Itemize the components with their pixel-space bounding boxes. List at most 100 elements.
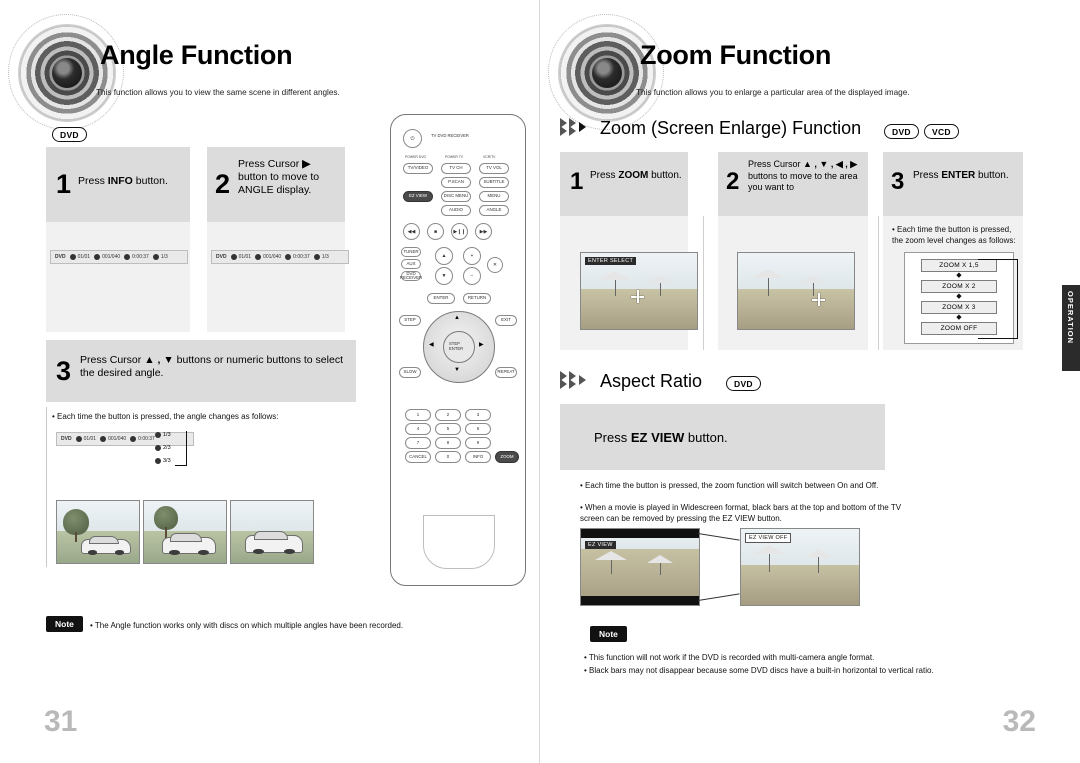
angle-icon bbox=[155, 431, 161, 438]
osd-3-label-1: 01/01 bbox=[83, 436, 97, 442]
section-1-badge-vcd: VCD bbox=[924, 124, 959, 139]
remote-key-8[interactable]: 8 bbox=[435, 437, 461, 449]
ez-view-instruction: Press EZ VIEW button. bbox=[594, 430, 728, 445]
remote-button-prev[interactable]: ◀◀ bbox=[403, 223, 420, 240]
remote-button-tv-vol[interactable]: TV VOL bbox=[479, 163, 509, 174]
remote-button-tv-video[interactable]: TV/VIDEO bbox=[403, 163, 433, 174]
zoom-step-1-text: Press ZOOM button. bbox=[590, 169, 682, 182]
remote-button-channel-down[interactable]: ▼ bbox=[435, 267, 453, 285]
remote-button-tuner[interactable]: TUNER bbox=[401, 247, 421, 257]
zoom-crosshair bbox=[812, 293, 825, 306]
remote-button-ez-view[interactable]: EZ VIEW bbox=[403, 191, 433, 202]
osd-2-cell-3: 0:00:37 bbox=[285, 254, 310, 260]
ez-view-box: Press EZ VIEW button. bbox=[560, 404, 885, 470]
umbrella-icon bbox=[800, 275, 826, 283]
remote-cursor-left[interactable]: ◀ bbox=[429, 341, 434, 348]
step-3-box: 3 Press Cursor ▲ , ▼ buttons or numeric … bbox=[46, 340, 356, 402]
remote-key-6[interactable]: 6 bbox=[465, 423, 491, 435]
page-title-right: Zoom Function bbox=[640, 40, 832, 70]
remote-button-exit[interactable]: EXIT bbox=[495, 315, 517, 326]
remote-button-p-scan[interactable]: P.SCAN bbox=[441, 177, 471, 188]
remote-button-mute[interactable]: ✕ bbox=[487, 257, 503, 273]
remote-cursor-right[interactable]: ▶ bbox=[479, 341, 484, 348]
osd-1-cell-0: DVD bbox=[55, 254, 66, 260]
remote-key-3[interactable]: 3 bbox=[465, 409, 491, 421]
ladder-arrow-icon: ◆ bbox=[956, 272, 962, 279]
zoom-step-2-text-b: ▲ , ▼ , ◀ , ▶ bbox=[803, 159, 858, 169]
note-text-left-value: The Angle function works only with discs… bbox=[94, 621, 404, 630]
umbrella-icon bbox=[595, 551, 627, 560]
remote-button-disc-menu[interactable]: DISC MENU bbox=[441, 191, 471, 202]
remote-button-volume-up[interactable]: + bbox=[463, 247, 481, 265]
remote-cursor-down[interactable]: ▼ bbox=[454, 367, 460, 373]
remote-button-enter-top[interactable]: ENTER bbox=[427, 293, 455, 304]
car-wheel bbox=[198, 550, 209, 556]
remote-key-5[interactable]: 5 bbox=[435, 423, 461, 435]
remote-key-4[interactable]: 4 bbox=[405, 423, 431, 435]
remote-button-return[interactable]: RETURN bbox=[463, 293, 491, 304]
remote-key-9[interactable]: 9 bbox=[465, 437, 491, 449]
angle-change-bullet-text: Each time the button is pressed, the ang… bbox=[57, 412, 279, 421]
remote-button-subtitle[interactable]: SUBTITLE bbox=[479, 177, 509, 188]
time-icon bbox=[285, 254, 292, 260]
ladder-arrow-icon: ◆ bbox=[956, 293, 962, 300]
remote-button-aux[interactable]: AUX bbox=[401, 259, 421, 269]
remote-button-step[interactable]: STEP bbox=[399, 315, 421, 326]
remote-button-slow[interactable]: SLOW bbox=[399, 367, 421, 378]
remote-button-tv-ch[interactable]: TV CH bbox=[441, 163, 471, 174]
zoom-step-1-text-b: ZOOM bbox=[618, 170, 649, 181]
osd-1-label-4: 1/3 bbox=[160, 254, 168, 260]
section-arrow-icon bbox=[560, 118, 596, 136]
remote-button-menu[interactable]: MENU bbox=[479, 191, 509, 202]
note-right-bullet-1-text: This function will not work if the DVD i… bbox=[588, 653, 875, 662]
car-wheel bbox=[114, 550, 125, 555]
remote-button-dvd-receiver[interactable]: DVD RECEIVER bbox=[400, 271, 422, 281]
osd-2-cell-2: 001/040 bbox=[255, 254, 281, 260]
remote-key-7[interactable]: 7 bbox=[405, 437, 431, 449]
zoom-step-1-number: 1 bbox=[570, 168, 584, 195]
remote-button-next[interactable]: ▶▶ bbox=[475, 223, 492, 240]
zoom-step-3-box: 3 Press ENTER button. bbox=[883, 152, 1023, 216]
zoom-step-3-text-c: button. bbox=[975, 170, 1009, 181]
zoom-level-row-4: ZOOM OFF bbox=[921, 322, 997, 335]
remote-power-button[interactable]: ⏻ bbox=[403, 129, 422, 148]
remote-cursor-up[interactable]: ▲ bbox=[454, 315, 460, 321]
step-3-number: 3 bbox=[56, 356, 72, 386]
remote-button-stop[interactable]: ■ bbox=[427, 223, 444, 240]
zoom-step-1-text-a: Press bbox=[590, 170, 619, 181]
remote-button-repeat[interactable]: REPEAT bbox=[495, 367, 517, 378]
zoom-step-2-text-c: buttons to move to the area you want to bbox=[748, 170, 858, 193]
zoom-step-3-text-a: Press bbox=[913, 170, 942, 181]
note-right-bullet-2: • Black bars may not disappear because s… bbox=[584, 666, 934, 675]
step-3-text-a: Press Cursor bbox=[80, 354, 145, 366]
umbrella-icon bbox=[753, 545, 785, 554]
ladder-loop-line-h-bottom bbox=[978, 338, 1018, 339]
umbrella-pole bbox=[611, 560, 612, 574]
remote-button-channel-up[interactable]: ▲ bbox=[435, 247, 453, 265]
osd-2-label-4: 1/3 bbox=[321, 254, 329, 260]
remote-button-angle[interactable]: ANGLE bbox=[479, 205, 509, 216]
remote-button-volume-down[interactable]: − bbox=[463, 267, 481, 285]
umbrella-icon bbox=[647, 275, 673, 283]
step-2-panel-body bbox=[207, 222, 345, 332]
remote-button-audio[interactable]: AUDIO bbox=[441, 205, 471, 216]
zoom-level-row-2: ZOOM X 2 bbox=[921, 280, 997, 293]
angle-photo-2 bbox=[143, 500, 227, 564]
remote-key-cancel[interactable]: CANCEL bbox=[405, 451, 431, 463]
osd-3-label-0: DVD bbox=[61, 436, 72, 442]
remote-key-0[interactable]: 0 bbox=[435, 451, 461, 463]
remote-button-zoom[interactable]: ZOOM bbox=[495, 451, 519, 463]
osd-strip-2: DVD 01/01 001/040 0:00:37 1/3 bbox=[211, 250, 349, 264]
zoom-step-1-text-c: button. bbox=[648, 170, 682, 181]
remote-key-info[interactable]: INFO bbox=[465, 451, 491, 463]
remote-button-play-pause[interactable]: ▶❙❙ bbox=[451, 223, 468, 240]
remote-key-1[interactable]: 1 bbox=[405, 409, 431, 421]
zoom-level-bullet: • Each time the button is pressed, the z… bbox=[892, 225, 1016, 245]
car-illustration bbox=[81, 535, 131, 555]
osd-2-label-0: DVD bbox=[216, 254, 227, 260]
angle-icon bbox=[313, 254, 320, 260]
chapter-icon bbox=[255, 254, 262, 260]
zoom-level-ladder: ZOOM X 1,5 ◆ ZOOM X 2 ◆ ZOOM X 3 ◆ ZOOM … bbox=[904, 252, 1014, 344]
step-2-text: Press Cursor ▶ button to move to ANGLE d… bbox=[238, 158, 340, 197]
remote-key-2[interactable]: 2 bbox=[435, 409, 461, 421]
